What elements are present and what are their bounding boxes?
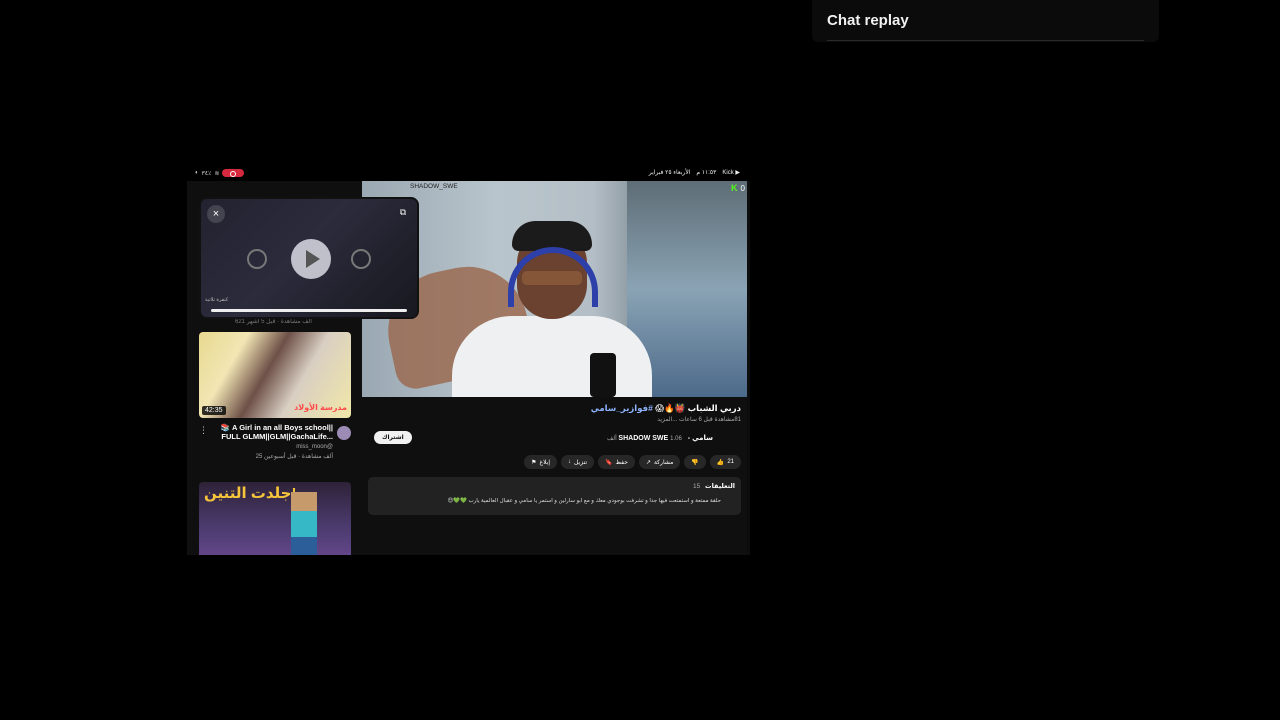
download-label: تنزيل <box>573 459 587 466</box>
expand-icon[interactable]: ⧉ <box>397 207 409 219</box>
download-icon: ↓ <box>567 459 571 465</box>
status-bar: ◐ ٣٤٪ ≋ ▶ Kick ١١:٥٣ م الأربعاء ٢٥ فبراي… <box>187 165 750 181</box>
streamer-shirt <box>452 316 652 397</box>
play-icon[interactable] <box>291 239 331 279</box>
like-button[interactable]: 👍 21 <box>709 455 741 469</box>
avatar[interactable] <box>337 426 351 440</box>
video-title[interactable]: 📚 A Girl in an all Boys school|| FULL GL… <box>209 423 333 441</box>
share-icon: ↗ <box>645 459 651 466</box>
chat-replay-title: Chat replay <box>827 12 909 29</box>
pip-subtitle: كنفرة ثلاثية <box>205 297 229 303</box>
glasses <box>522 271 582 285</box>
video-thumbnail[interactable]: جلدت التنين! <box>199 482 351 555</box>
channel-row: اشتراك سامي - SHADOW SWE 1.06 ألف <box>368 431 741 445</box>
download-button[interactable]: ↓ تنزيل <box>560 455 594 469</box>
hashtag-link[interactable]: #فوازير_سامي <box>591 403 653 413</box>
comments-title: التعليقات <box>705 483 735 490</box>
channel-name[interactable]: سامي - SHADOW SWE 1.06 ألف <box>607 434 713 442</box>
subscribe-button[interactable]: اشتراك <box>374 431 412 444</box>
screen: Chat replay ◐ ٣٤٪ ≋ ▶ Kick ١١:٥٣ م الأرب… <box>0 0 1280 720</box>
recommendation-card[interactable]: جلدت التنين! <box>199 482 351 555</box>
pip-video-meta: 621 ألف مشاهدة · قبل 5 أشهر <box>235 319 312 325</box>
battery-label: ٣٤٪ <box>201 170 212 177</box>
dislike-icon: 👎 <box>691 459 699 466</box>
recommendations-column: × ⧉ كنفرة ثلاثية 621 ألف مشاهدة · قبل 5 … <box>187 181 419 555</box>
toggle-icon: ◐ <box>195 170 199 176</box>
channel-name: miss_moon@ <box>296 444 333 450</box>
status-left: ◐ ٣٤٪ ≋ <box>195 169 245 177</box>
kick-viewers: 0 <box>740 183 745 193</box>
kick-logo-icon: K <box>731 183 738 193</box>
top-comment: حلقة ممتعة و استمتعت فيها جدا و تشرفت بو… <box>447 498 721 504</box>
video-thumbnail[interactable]: 42:35 مدرسة الأولاد <box>199 332 351 418</box>
save-button[interactable]: 🔖 حفظ <box>598 455 635 469</box>
close-icon[interactable]: × <box>207 205 225 223</box>
thumbnail-caption: جلدت التنين! <box>204 485 295 502</box>
action-bar: 👍 21 👎 ↗ مشاركة 🔖 حفظ ↓ تنزيل ⚑ إبلاغ <box>368 455 741 469</box>
minecraft-character <box>291 492 317 555</box>
pip-timer-icon <box>351 249 371 269</box>
chat-divider <box>827 40 1144 41</box>
pip-timer-icon <box>247 249 267 269</box>
video-title-emojis: 👹🔥😱 <box>655 403 686 413</box>
wifi-icon: ≋ <box>214 170 220 177</box>
video-title: دربي الشباب 👹🔥😱 #فوازير_سامي <box>591 403 741 414</box>
app-label: ▶ Kick <box>722 170 740 176</box>
comments-count: 15 <box>693 483 701 490</box>
status-date: الأربعاء ٢٥ فبراير <box>648 170 691 176</box>
like-icon: 👍 <box>716 459 725 466</box>
stream-handle: SHADOW_SWE <box>410 183 458 190</box>
report-icon: ⚑ <box>531 459 537 466</box>
comments-header: التعليقات 15 <box>693 482 735 490</box>
card-details: 📚 A Girl in an all Boys school|| FULL GL… <box>199 423 351 461</box>
kick-badge: K 0 <box>731 183 745 193</box>
share-button[interactable]: ↗ مشاركة <box>638 455 681 469</box>
save-icon: 🔖 <box>605 459 613 466</box>
chat-replay-panel: Chat replay <box>812 0 1159 42</box>
card-text: 📚 A Girl in an all Boys school|| FULL GL… <box>209 423 333 461</box>
like-count: 21 <box>727 459 734 465</box>
status-time: ١١:٥٣ م <box>696 170 717 176</box>
save-label: حفظ <box>615 459 628 466</box>
microphone <box>590 353 616 397</box>
video-title-text: دربي الشباب <box>687 403 741 413</box>
video-meta[interactable]: 81مشاهدة قبل 6 ساعات ...المزيد <box>657 416 741 423</box>
screen-record-icon[interactable] <box>222 169 245 177</box>
status-right: ▶ Kick ١١:٥٣ م الأربعاء ٢٥ فبراير <box>649 169 740 176</box>
recommendation-card[interactable]: 42:35 مدرسة الأولاد 📚 A Girl in an all B… <box>199 332 351 461</box>
main-video-player[interactable]: SHADOW_SWE K 0 <box>362 181 747 397</box>
report-label: إبلاغ <box>539 459 550 466</box>
more-options-icon[interactable]: ⋮ <box>199 425 208 461</box>
share-label: مشاركة <box>653 459 674 466</box>
app-name: Kick <box>722 170 734 176</box>
video-meta: 25 ألف مشاهدة · قبل أسبوعين <box>255 454 333 460</box>
thumbnail-caption: مدرسة الأولاد <box>294 403 347 412</box>
comments-section[interactable]: التعليقات 15 حلقة ممتعة و استمتعت فيها ج… <box>368 477 741 515</box>
pip-progress-bar[interactable] <box>211 309 407 312</box>
duration-badge: 42:35 <box>202 406 226 415</box>
picture-in-picture-player[interactable]: × ⧉ كنفرة ثلاثية <box>199 197 419 319</box>
phone-screenshot: ◐ ٣٤٪ ≋ ▶ Kick ١١:٥٣ م الأربعاء ٢٥ فبراي… <box>187 165 750 555</box>
channel-name-text: سامي - SHADOW SWE <box>618 435 713 442</box>
video-info: دربي الشباب 👹🔥😱 #فوازير_سامي 81مشاهدة قب… <box>362 397 747 555</box>
dislike-button[interactable]: 👎 <box>684 455 706 469</box>
report-button[interactable]: ⚑ إبلاغ <box>524 455 557 469</box>
